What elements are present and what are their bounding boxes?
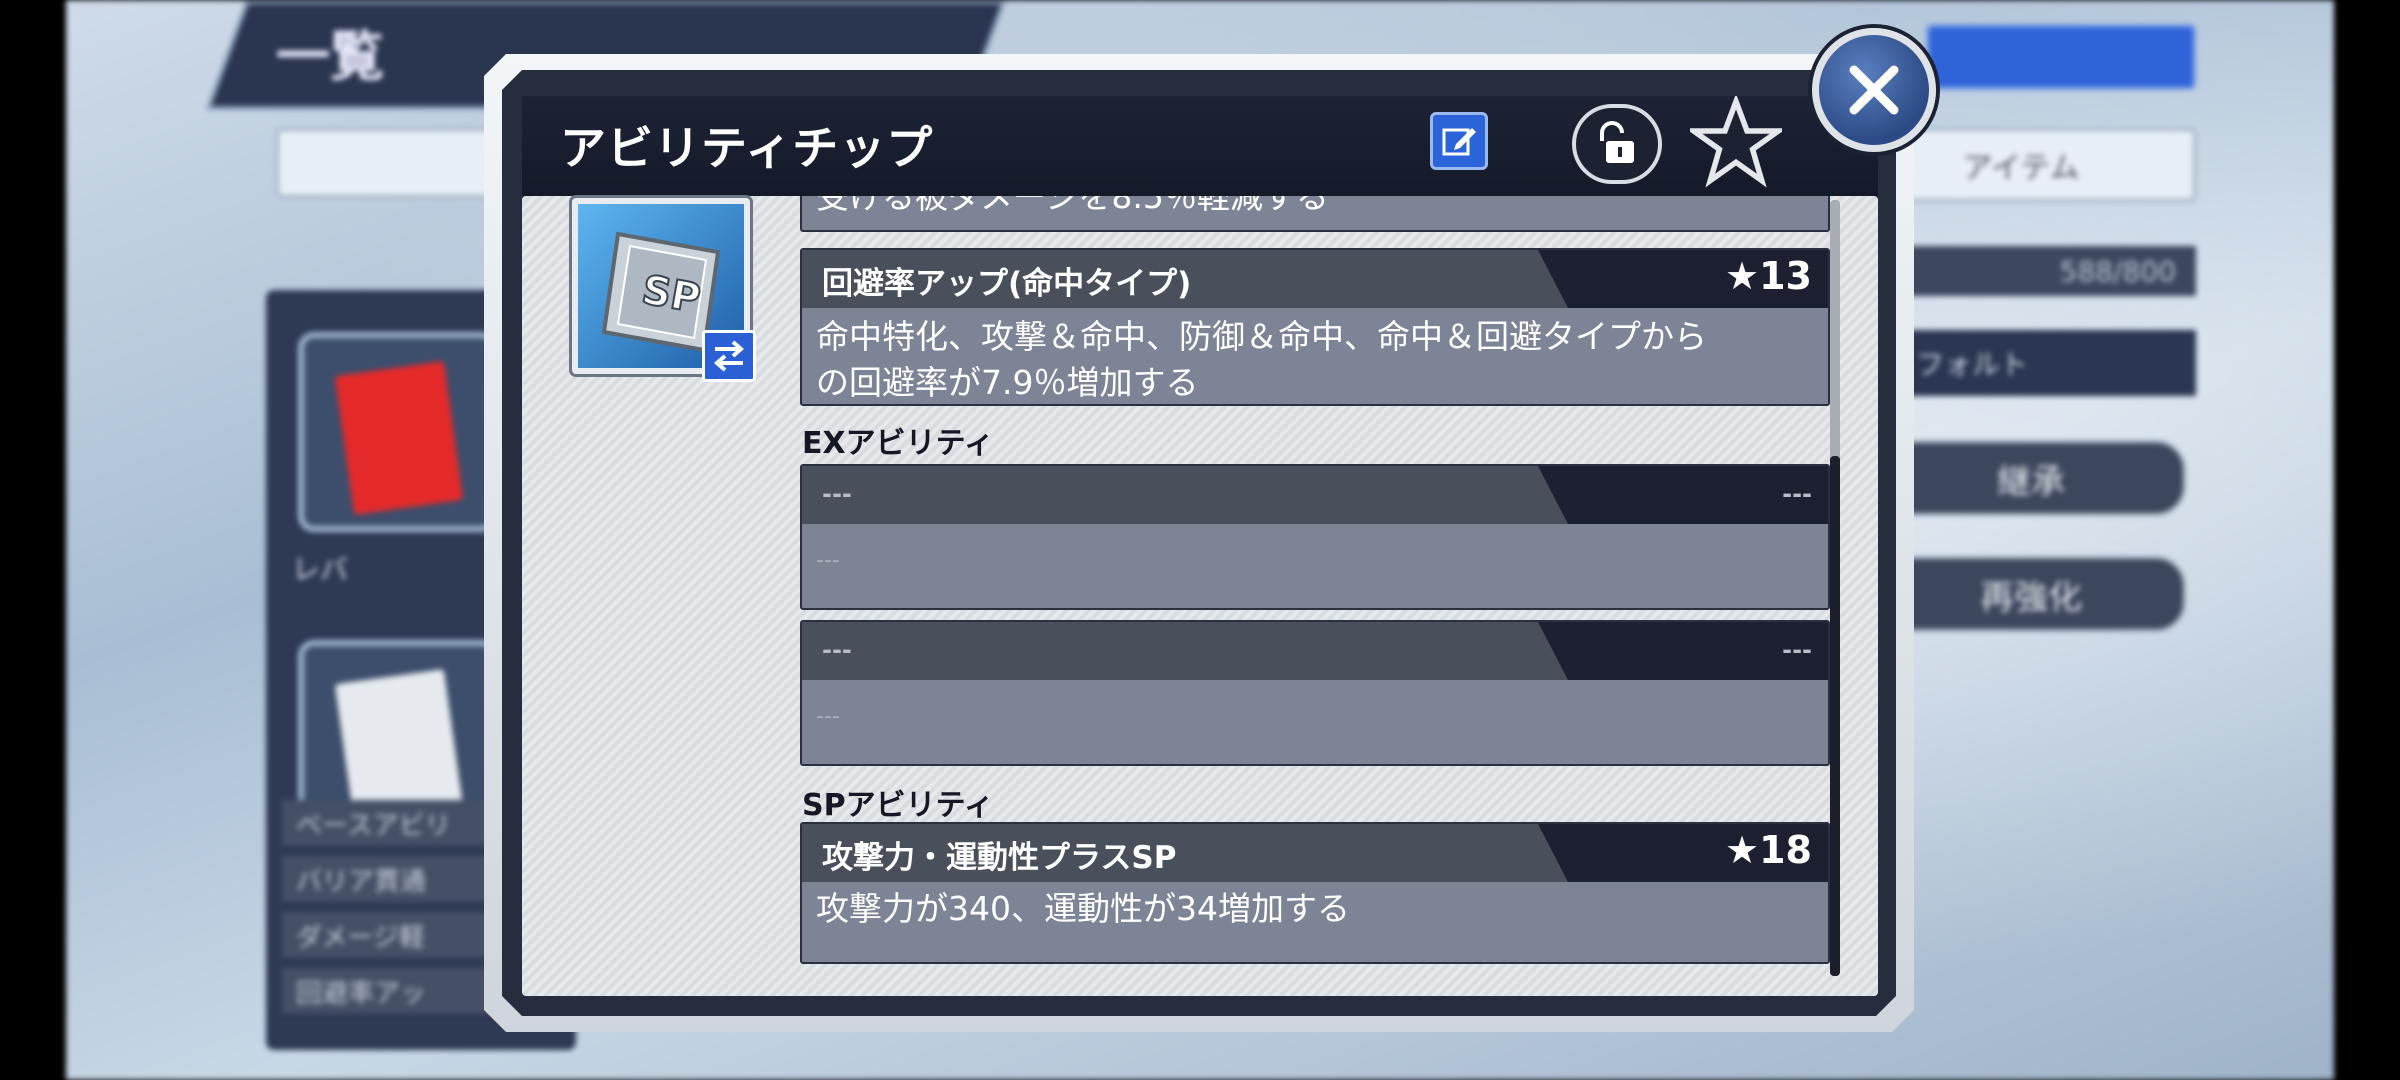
- ability-list[interactable]: 受ける被ダメージを8.5％軽減する 回避率アップ(命中タイプ) ★13 命中特化…: [800, 196, 1860, 976]
- ability-header: --- ---: [802, 466, 1828, 524]
- ability-description-line: 命中特化、攻撃＆命中、防御＆命中、命中＆回避タイプから: [816, 317, 1707, 356]
- bg-blue-button: [1926, 24, 2196, 90]
- ability-header: 攻撃力・運動性プラスSP ★18: [802, 824, 1828, 882]
- ability-description: ---: [816, 548, 840, 573]
- ability-rank: ★18: [1725, 828, 1812, 872]
- swap-button[interactable]: [702, 330, 756, 382]
- ability-description: 攻撃力が340、運動性が34増加する: [816, 889, 1350, 928]
- close-button[interactable]: [1812, 28, 1936, 152]
- favorite-button[interactable]: [1688, 94, 1784, 190]
- swap-icon: [713, 340, 745, 372]
- modal-title: アビリティチップ: [560, 121, 934, 175]
- bg-dropdown: フォルト: [1876, 330, 2196, 396]
- ability-header: 回避率アップ(命中タイプ) ★13: [802, 250, 1828, 308]
- ability-name: 攻撃力・運動性プラスSP: [822, 840, 1177, 876]
- section-label-sp: SPアビリティ: [802, 788, 994, 823]
- bg-value: 588/800: [1876, 246, 2196, 296]
- scrollbar-thumb[interactable]: [1830, 456, 1840, 976]
- ability-description-line: の回避率が7.9％増加する: [816, 363, 1199, 402]
- bg-card-caption: レバ: [292, 553, 349, 586]
- ability-rank: ---: [1782, 480, 1812, 508]
- ability-row: 受ける被ダメージを8.5％軽減する: [800, 196, 1830, 232]
- section-label-ex: EXアビリティ: [802, 426, 994, 461]
- ability-rank: ---: [1782, 636, 1812, 664]
- unlock-icon: [1600, 121, 1634, 163]
- ability-name: ---: [822, 480, 852, 508]
- bg-button-inherit: 継承: [1876, 440, 2186, 516]
- bg-button-reinforce: 再強化: [1876, 556, 2186, 632]
- bg-tab-items-label: アイテム: [1962, 151, 2080, 186]
- ability-row: 回避率アップ(命中タイプ) ★13 命中特化、攻撃＆命中、防御＆命中、命中＆回避…: [800, 248, 1830, 406]
- sp-ability-row: 攻撃力・運動性プラスSP ★18 攻撃力が340、運動性が34増加する: [800, 822, 1830, 964]
- ex-ability-row: --- --- ---: [800, 620, 1830, 766]
- ability-description: 受ける被ダメージを8.5％軽減する: [816, 196, 1329, 216]
- ability-description: ---: [816, 704, 840, 729]
- ex-ability-row: --- --- ---: [800, 464, 1830, 610]
- star-icon: [1690, 96, 1782, 188]
- lock-toggle-button[interactable]: [1572, 104, 1662, 184]
- close-icon: [1849, 65, 1899, 115]
- ability-header: --- ---: [802, 622, 1828, 680]
- edit-icon: [1442, 128, 1476, 156]
- bg-card-red: [298, 332, 498, 532]
- back-label: 一覧: [276, 25, 384, 88]
- ability-name: ---: [822, 636, 852, 664]
- ability-name: 回避率アップ(命中タイプ): [822, 266, 1192, 302]
- ability-rank: ★13: [1725, 254, 1812, 298]
- ability-description: 命中特化、攻撃＆命中、防御＆命中、命中＆回避タイプから の回避率が7.9％増加す…: [802, 308, 1828, 404]
- edit-button[interactable]: [1430, 112, 1488, 170]
